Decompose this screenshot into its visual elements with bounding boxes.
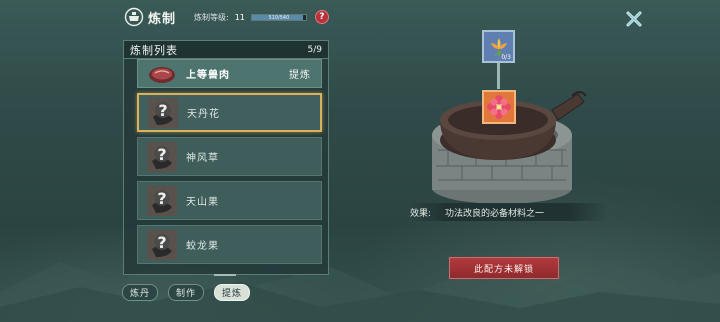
svg-text:?: ? xyxy=(158,101,167,120)
effect-row: 效果: 功法改良的必备材料之一 xyxy=(408,203,608,221)
tab-refine[interactable]: 提炼 xyxy=(214,284,251,301)
recipe-item-meat[interactable]: 上等兽肉 提炼 xyxy=(137,59,322,88)
page-title: 炼制 xyxy=(148,11,177,27)
refine-action[interactable]: 提炼 xyxy=(289,66,311,81)
xp-progress-bar: 510/540 xyxy=(250,13,307,21)
locked-question-icon: ? xyxy=(147,185,177,216)
close-icon xyxy=(626,11,642,27)
recipe-item-name: 蛟龙果 xyxy=(186,241,219,252)
red-flower-icon xyxy=(487,95,511,119)
locked-question-icon: ? xyxy=(147,141,177,172)
locked-question-icon: ? xyxy=(147,229,177,260)
recipe-item-name: 上等兽肉 xyxy=(186,70,230,81)
help-button[interactable]: ? xyxy=(314,10,329,24)
cauldron-icon xyxy=(124,7,144,27)
meat-icon xyxy=(149,66,175,83)
recipe-item-shenfengcao[interactable]: ? 神风草 xyxy=(137,137,322,176)
level-label: 炼制等级: xyxy=(194,12,229,22)
recipe-list-title: 炼制列表 xyxy=(130,43,178,57)
mode-tabs: 炼丹 制作 提炼 xyxy=(122,284,251,301)
recipe-item-name: 天丹花 xyxy=(187,109,220,120)
locked-question-icon: ? xyxy=(148,97,178,128)
recipe-item-tiandanhua[interactable]: ? 天丹花 xyxy=(137,93,322,132)
effect-description: 功法改良的必备材料之一 xyxy=(445,208,545,219)
background-mist xyxy=(0,0,720,322)
tab-alchemy[interactable]: 炼丹 xyxy=(122,284,159,301)
header: 炼制 炼制等级: 11 510/540 ? xyxy=(124,6,329,28)
svg-text:?: ? xyxy=(157,145,166,164)
level-value: 11 xyxy=(234,12,245,22)
close-button[interactable] xyxy=(623,8,645,30)
recipe-list: 上等兽肉 提炼 ? 天丹花 ? 神风草 ? 天山果 ? 蛟龙果 xyxy=(137,59,322,269)
ingredient-count: 0/3 xyxy=(501,54,511,61)
recipe-item-tianshanguo[interactable]: ? 天山果 xyxy=(137,181,322,220)
result-slot[interactable] xyxy=(482,90,516,124)
svg-text:?: ? xyxy=(157,233,166,252)
recipe-locked-button[interactable]: 此配方未解锁 xyxy=(449,257,559,279)
effect-label: 效果: xyxy=(410,208,432,219)
xp-text: 510/540 xyxy=(268,14,290,21)
recipe-list-count: 5/9 xyxy=(307,44,322,55)
tab-craft[interactable]: 制作 xyxy=(168,284,205,301)
recipe-list-header: 炼制列表 5/9 xyxy=(124,41,328,59)
recipe-item-name: 神风草 xyxy=(186,153,219,164)
recipe-item-name: 天山果 xyxy=(186,197,219,208)
recipe-item-jiaolongguo[interactable]: ? 蛟龙果 xyxy=(137,225,322,264)
svg-text:?: ? xyxy=(157,189,166,208)
background-mountains xyxy=(0,252,720,322)
ingredient-slot[interactable]: 0/3 xyxy=(482,30,515,63)
list-scroll-indicator[interactable] xyxy=(214,274,236,276)
recipe-list-panel: 炼制列表 5/9 上等兽肉 提炼 ? 天丹花 ? 神风草 ? 天山果 ? 蛟龙果 xyxy=(123,40,329,275)
